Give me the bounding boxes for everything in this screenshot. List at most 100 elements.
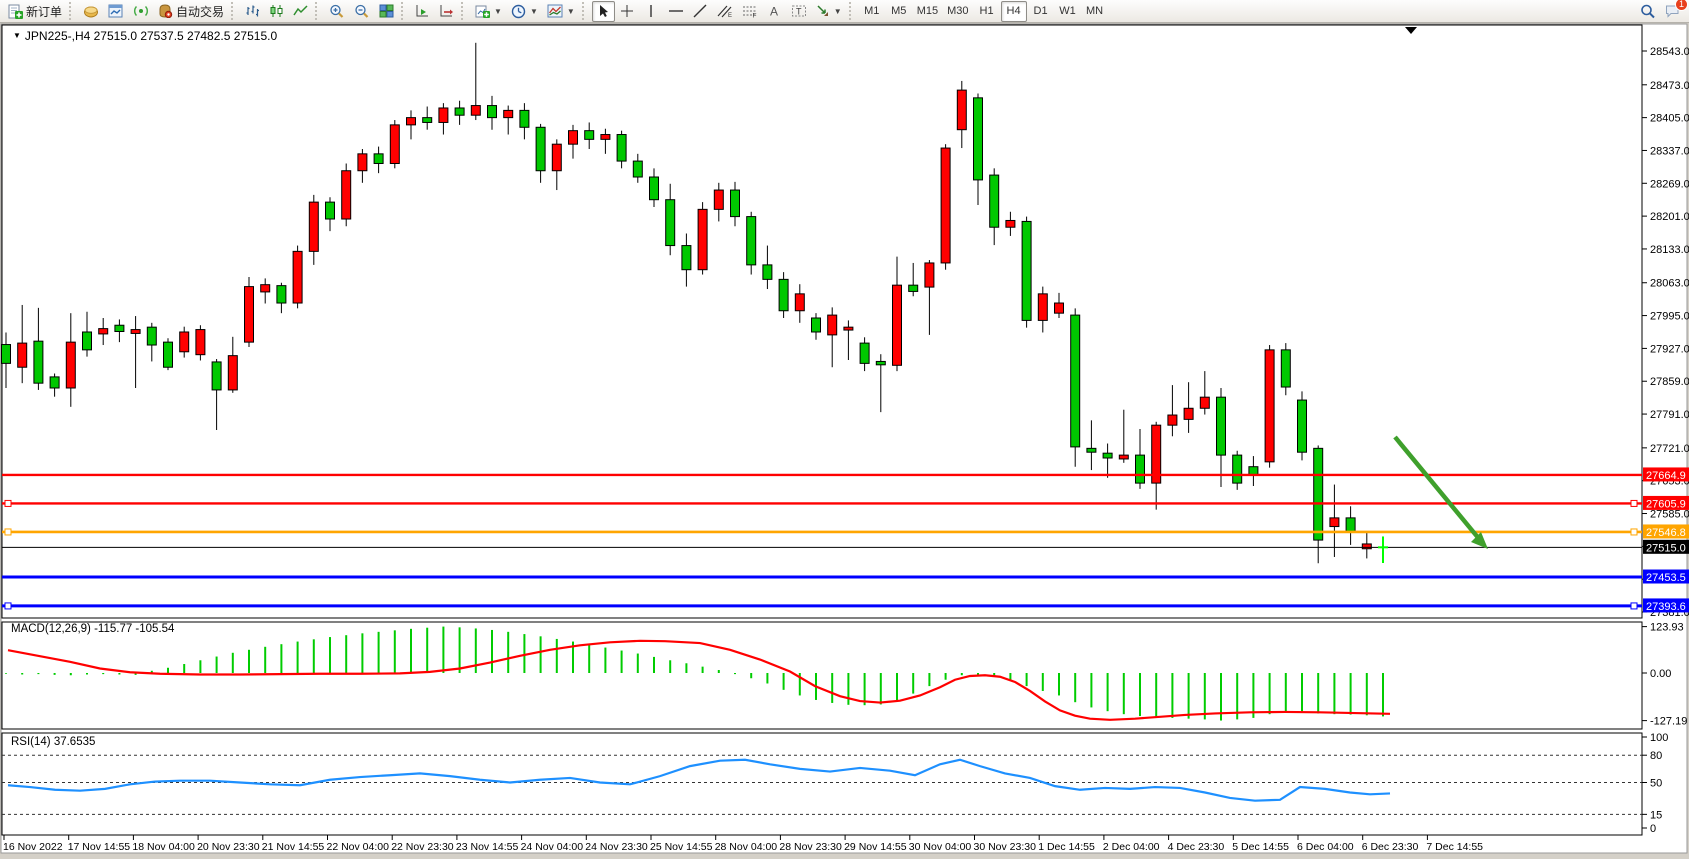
open-chart-window-icon — [108, 4, 124, 18]
timeframe-m1[interactable]: M1 — [859, 1, 885, 22]
zoom-in-button[interactable] — [325, 1, 349, 22]
macd-indicator-label: MACD(12,26,9) -115.77 -105.54 — [11, 623, 174, 635]
shapes-arrow-icon — [816, 4, 830, 18]
symbol-dropdown-icon[interactable]: ▼ — [13, 31, 21, 40]
svg-text:27927.0: 27927.0 — [1650, 343, 1689, 355]
toolbar-grip — [849, 2, 856, 20]
timeframe-mn[interactable]: MN — [1082, 1, 1108, 22]
svg-text:27393.6: 27393.6 — [1646, 601, 1686, 613]
algo-trading-button[interactable]: 自动交易 — [154, 1, 228, 22]
period-clock-icon — [511, 4, 526, 19]
signals-button[interactable] — [129, 1, 153, 22]
rsi-indicator-label: RSI(14) 37.6535 — [11, 736, 95, 748]
text-button[interactable]: A — [763, 1, 786, 22]
new-order-button[interactable]: 新订单 — [4, 1, 66, 22]
channel-icon: E — [717, 4, 733, 18]
timeframe-m30[interactable]: M30 — [943, 1, 972, 22]
svg-text:18 Nov 04:00: 18 Nov 04:00 — [132, 841, 195, 853]
svg-text:1 Dec 14:55: 1 Dec 14:55 — [1038, 841, 1095, 853]
chart-title: ▼ JPN225-,H4 27515.0 27537.5 27482.5 2751… — [13, 29, 277, 43]
timeframe-m15[interactable]: M15 — [913, 1, 942, 22]
timeframe-d1[interactable]: D1 — [1028, 1, 1054, 22]
zoom-out-icon — [354, 4, 370, 19]
channel-button[interactable]: E — [713, 1, 737, 22]
trendline-button[interactable] — [689, 1, 712, 22]
timeframe-h1[interactable]: H1 — [974, 1, 1000, 22]
svg-text:28201.0: 28201.0 — [1650, 211, 1689, 223]
svg-text:28063.0: 28063.0 — [1650, 278, 1689, 290]
open-chart-window-button[interactable] — [104, 1, 128, 22]
timeframe-h4[interactable]: H4 — [1001, 1, 1027, 22]
timeframe-w1[interactable]: W1 — [1055, 1, 1081, 22]
chart-panels — [2, 25, 1642, 835]
new-order-icon — [8, 4, 23, 19]
auto-scroll-button[interactable] — [411, 1, 434, 22]
new-chart-dropdown[interactable]: ▼ — [471, 1, 506, 22]
period-clock-dropdown[interactable]: ▼ — [507, 1, 542, 22]
chart-shift-button[interactable] — [435, 1, 458, 22]
new-chart-icon — [475, 4, 490, 18]
svg-text:15: 15 — [1650, 809, 1662, 821]
shapes-dropdown[interactable]: ▼ — [812, 1, 846, 22]
timeframe-m5[interactable]: M5 — [886, 1, 912, 22]
bar-chart-button[interactable] — [241, 1, 264, 22]
search-icon — [1640, 4, 1656, 19]
chart-title-text: JPN225-,H4 27515.0 27537.5 27482.5 27515… — [25, 29, 277, 43]
cursor-button[interactable] — [592, 1, 615, 22]
crosshair-icon — [620, 4, 634, 18]
svg-text:27664.9: 27664.9 — [1646, 470, 1686, 482]
svg-text:27605.9: 27605.9 — [1646, 498, 1686, 510]
vertical-line-button[interactable] — [640, 1, 663, 22]
crosshair-button[interactable] — [616, 1, 639, 22]
fibonacci-icon: F — [742, 4, 758, 18]
tile-windows-button[interactable] — [375, 1, 398, 22]
horizontal-line-button[interactable] — [664, 1, 688, 22]
chevron-down-icon: ▼ — [567, 7, 575, 16]
chart-shift-icon — [439, 4, 454, 18]
chevron-down-icon: ▼ — [834, 7, 842, 16]
svg-text:A: A — [770, 5, 778, 19]
svg-text:28 Nov 04:00: 28 Nov 04:00 — [715, 841, 778, 853]
svg-text:4 Dec 23:30: 4 Dec 23:30 — [1168, 841, 1225, 853]
svg-text:22 Nov 23:30: 22 Nov 23:30 — [391, 841, 454, 853]
notifications-button[interactable]: 1 — [1661, 1, 1685, 22]
candlestick-chart-button[interactable] — [265, 1, 288, 22]
svg-text:50: 50 — [1650, 778, 1662, 790]
svg-text:28337.0: 28337.0 — [1650, 145, 1689, 157]
svg-text:0.00: 0.00 — [1650, 668, 1671, 680]
tile-windows-icon — [379, 4, 394, 18]
svg-text:28269.0: 28269.0 — [1650, 178, 1689, 190]
indicators-icon — [547, 4, 563, 18]
svg-text:23 Nov 14:55: 23 Nov 14:55 — [456, 841, 519, 853]
bar-chart-icon — [245, 4, 260, 18]
svg-text:20 Nov 23:30: 20 Nov 23:30 — [197, 841, 260, 853]
svg-text:22 Nov 04:00: 22 Nov 04:00 — [327, 841, 390, 853]
svg-text:5 Dec 14:55: 5 Dec 14:55 — [1232, 841, 1289, 853]
notification-badge: 1 — [1675, 0, 1688, 11]
layouts-icon — [83, 4, 99, 18]
svg-text:80: 80 — [1650, 750, 1662, 762]
toolbar-grip — [461, 2, 468, 20]
text-label-button[interactable]: T — [787, 1, 811, 22]
svg-text:27546.8: 27546.8 — [1646, 527, 1686, 539]
fibonacci-button[interactable]: F — [738, 1, 762, 22]
horizontal-line-icon — [668, 4, 684, 18]
svg-text:25 Nov 14:55: 25 Nov 14:55 — [650, 841, 713, 853]
indicators-dropdown[interactable]: ▼ — [543, 1, 579, 22]
toolbar-grip — [315, 2, 322, 20]
price-chart-canvas[interactable]: 28543.028473.028405.028337.028269.028201… — [0, 0, 1689, 859]
svg-text:27453.5: 27453.5 — [1646, 572, 1686, 584]
line-chart-icon — [293, 4, 308, 18]
svg-text:28 Nov 23:30: 28 Nov 23:30 — [779, 841, 842, 853]
svg-text:29 Nov 14:55: 29 Nov 14:55 — [844, 841, 907, 853]
svg-text:24 Nov 23:30: 24 Nov 23:30 — [585, 841, 648, 853]
svg-text:6 Dec 04:00: 6 Dec 04:00 — [1297, 841, 1354, 853]
svg-text:T: T — [796, 7, 802, 17]
chevron-down-icon: ▼ — [530, 7, 538, 16]
layouts-button[interactable] — [79, 1, 103, 22]
svg-text:7 Dec 14:55: 7 Dec 14:55 — [1426, 841, 1483, 853]
zoom-out-button[interactable] — [350, 1, 374, 22]
search-button[interactable] — [1636, 1, 1660, 22]
line-chart-button[interactable] — [289, 1, 312, 22]
svg-text:F: F — [752, 13, 756, 19]
